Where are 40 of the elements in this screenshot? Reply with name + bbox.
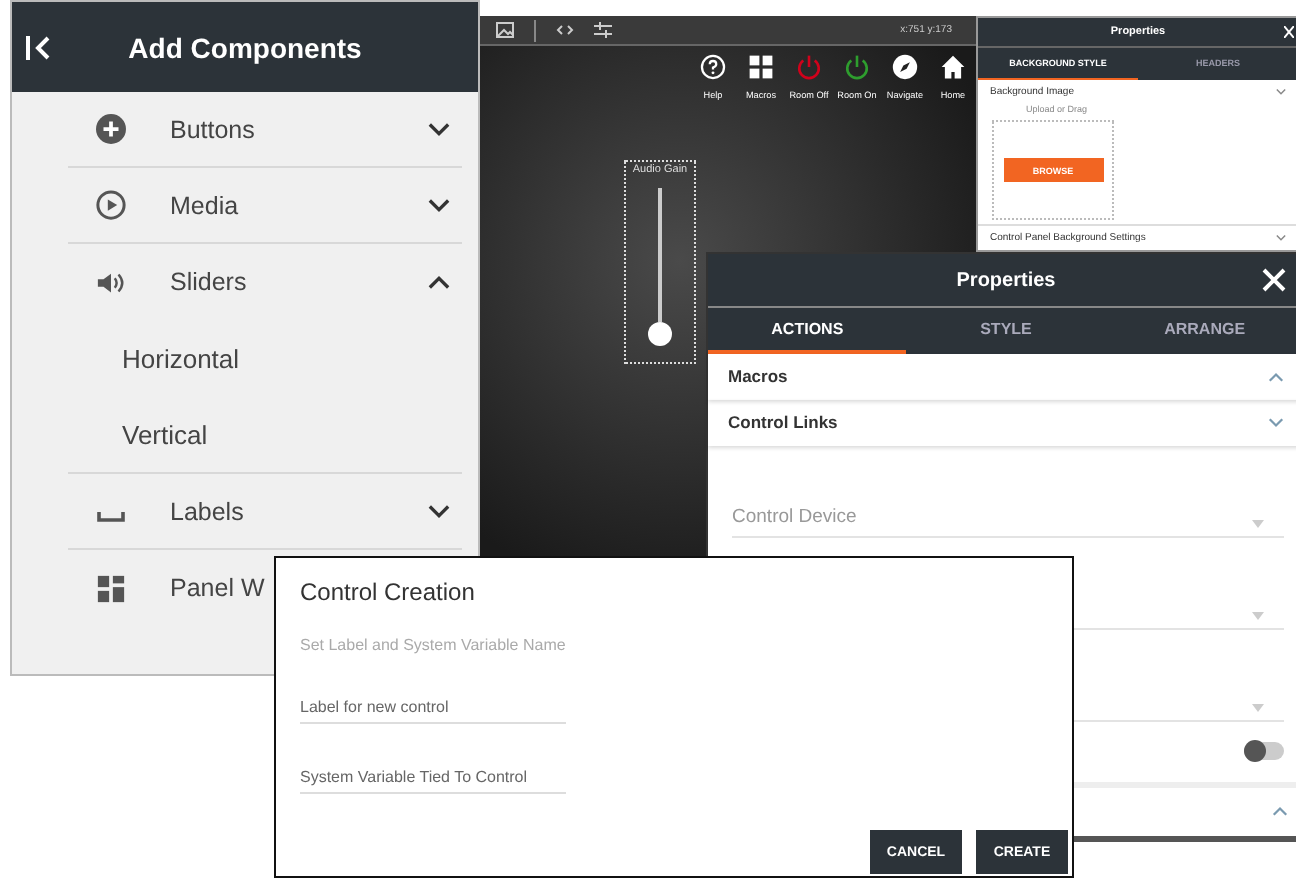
select-placeholder: Control Device [732, 505, 857, 528]
collapse-icon[interactable] [24, 33, 52, 61]
category-item[interactable]: Labels [68, 474, 462, 550]
home-icon[interactable] [940, 54, 966, 80]
section-title[interactable]: Macros [728, 366, 788, 387]
play-circle-icon [96, 190, 126, 220]
slider-thumb[interactable] [648, 322, 672, 346]
toggle-switch[interactable] [1244, 742, 1284, 761]
compass-icon[interactable] [892, 54, 918, 80]
close-icon[interactable] [1262, 268, 1286, 292]
category-item[interactable]: Media [68, 168, 462, 244]
label-icon [96, 509, 126, 521]
tab[interactable]: STYLE [906, 308, 1106, 354]
sliders-icon[interactable] [594, 22, 612, 38]
chevron-down-icon[interactable] [428, 503, 450, 519]
plus-circle-icon [96, 114, 126, 144]
dialog-title: Control Creation [300, 578, 477, 606]
chevron-up-icon[interactable] [428, 274, 450, 290]
tab[interactable]: ACTIONS [708, 308, 907, 354]
chevron-down-icon[interactable] [428, 197, 450, 213]
tiles-icon[interactable] [748, 54, 774, 80]
panel-title: Add Components [126, 31, 364, 63]
input-field[interactable]: Label for new control [300, 698, 566, 724]
category-item[interactable]: Sliders [68, 244, 462, 320]
chevron-down-icon[interactable] [428, 121, 450, 137]
image-icon[interactable] [496, 22, 514, 38]
subcategory-item[interactable]: Vertical [68, 396, 462, 472]
category-item[interactable]: Buttons [68, 92, 462, 168]
help-icon[interactable] [700, 54, 726, 80]
subcategory-item[interactable]: Horizontal [68, 320, 462, 396]
dialog-subtitle: Set Label and System Variable Name [300, 636, 568, 654]
power-icon[interactable] [844, 54, 870, 80]
input-field[interactable]: System Variable Tied To Control [300, 768, 566, 794]
dialog-title: Properties [956, 269, 1056, 291]
section-title[interactable]: Control Links [728, 412, 838, 433]
power-icon[interactable] [796, 54, 822, 80]
code-icon[interactable] [556, 22, 574, 38]
close-icon[interactable] [1284, 26, 1294, 38]
grid-tiles-icon [96, 573, 126, 603]
tab[interactable]: ARRANGE [1105, 308, 1296, 354]
